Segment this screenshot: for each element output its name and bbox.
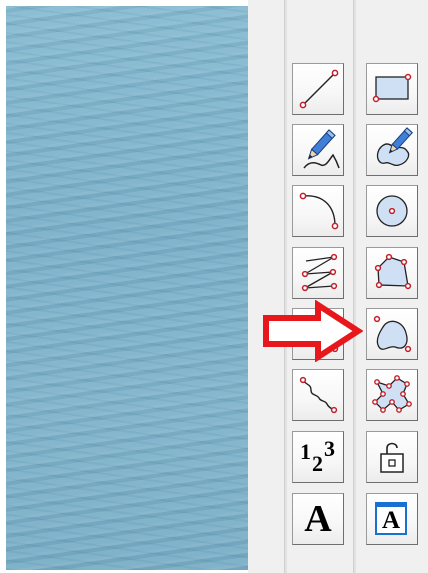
cross-shape-tool-button[interactable]	[366, 369, 418, 421]
lock-icon	[380, 442, 404, 473]
pencil-shape-icon	[376, 127, 413, 167]
numbering-digit-three: 3	[324, 436, 335, 461]
closed-curve-tool-button[interactable]	[366, 308, 418, 360]
panel-divider	[353, 0, 356, 573]
text-box-icon: A	[375, 502, 407, 535]
text-box-tool-button[interactable]: A	[366, 493, 418, 545]
text-icon: A	[293, 494, 343, 544]
arc-icon	[299, 192, 339, 230]
freehand-pencil-tool-button[interactable]	[292, 124, 344, 176]
line-icon	[299, 69, 339, 109]
numbering-digit-one: 1	[300, 439, 311, 464]
text-tool-button[interactable]: A	[292, 493, 344, 545]
numbering-digit-two: 2	[312, 451, 323, 476]
arc-tool-button[interactable]	[292, 185, 344, 237]
zigzag-tool-button[interactable]	[292, 369, 344, 421]
cross-shape-icon	[372, 375, 412, 413]
lock-tool-button[interactable]	[366, 431, 418, 483]
text-box-glyph: A	[381, 506, 401, 534]
drawing-canvas[interactable]	[6, 6, 248, 570]
zigzag-icon	[299, 376, 338, 414]
rectangle-tool-button[interactable]	[366, 63, 418, 115]
circle-icon	[376, 195, 408, 227]
polygon-tool-button[interactable]	[366, 247, 418, 299]
circle-tool-button[interactable]	[366, 185, 418, 237]
pencil-curve-icon	[303, 129, 340, 169]
text-glyph: A	[304, 498, 332, 540]
red-arrow-icon	[263, 300, 363, 362]
polyline-icon	[301, 253, 338, 292]
numbering-tool-button[interactable]: 1 2 3	[292, 431, 344, 483]
polygon-icon	[374, 253, 412, 290]
freehand-shape-tool-button[interactable]	[366, 124, 418, 176]
panel-divider	[284, 0, 287, 573]
numbering-icon: 1 2 3	[293, 432, 343, 482]
closed-curve-icon	[373, 315, 412, 353]
polyline-tool-button[interactable]	[292, 247, 344, 299]
line-tool-button[interactable]	[292, 63, 344, 115]
rectangle-icon	[372, 73, 412, 103]
